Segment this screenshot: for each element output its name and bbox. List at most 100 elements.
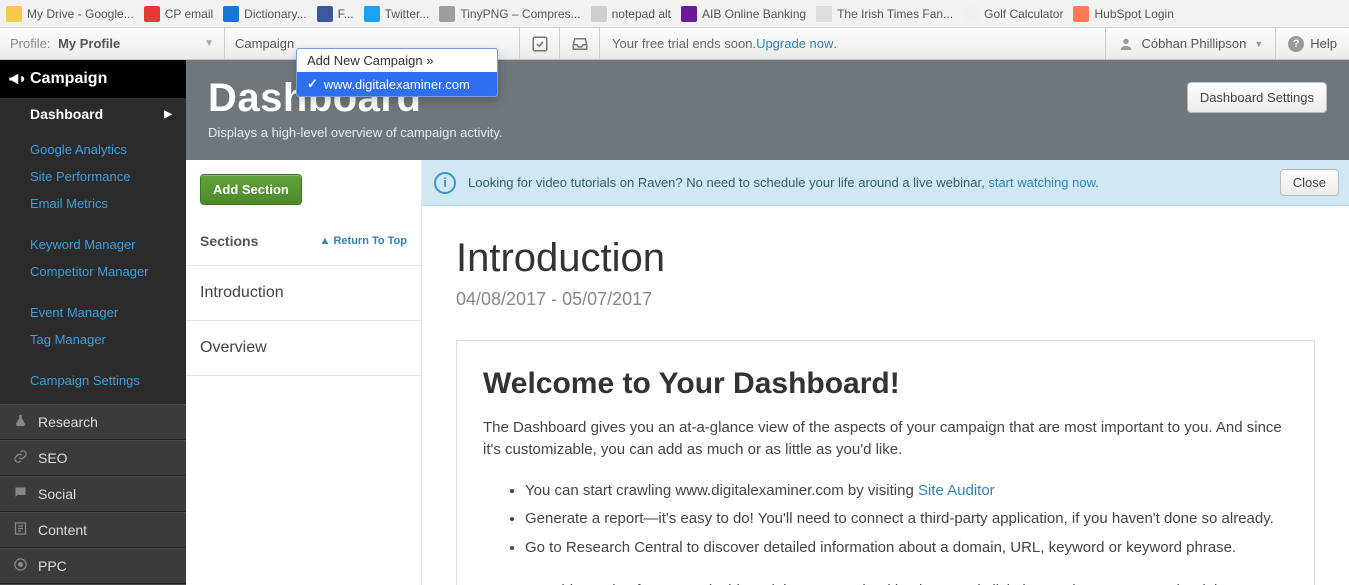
profile-selector[interactable]: Profile: My Profile ▼ <box>0 28 225 59</box>
bookmark-label: TinyPNG – Compres... <box>460 7 580 21</box>
toolbar-inbox-icon[interactable] <box>560 28 600 59</box>
card-title: Welcome to Your Dashboard! <box>483 367 1288 401</box>
chevron-down-icon: ▼ <box>1254 39 1263 49</box>
bookmark-favicon <box>6 6 22 22</box>
category-icon <box>12 449 28 467</box>
category-label: PPC <box>38 558 67 574</box>
bookmark-item[interactable]: Golf Calculator <box>963 6 1063 22</box>
sidebar-link[interactable]: Event Manager <box>0 299 186 326</box>
bookmark-label: F... <box>338 7 354 21</box>
bookmark-item[interactable]: The Irish Times Fan... <box>816 6 953 22</box>
help-button[interactable]: ? Help <box>1275 28 1349 59</box>
user-menu[interactable]: Cóbhan Phillipson ▼ <box>1105 28 1276 59</box>
bookmark-item[interactable]: Dictionary... <box>223 6 306 22</box>
article-dates: 04/08/2017 - 05/07/2017 <box>456 289 1315 310</box>
bookmark-item[interactable]: CP email <box>144 6 213 22</box>
category-label: Content <box>38 522 87 538</box>
profile-label: Profile: <box>10 36 50 51</box>
bookmark-favicon <box>223 6 239 22</box>
sidebar-link[interactable]: Tag Manager <box>0 326 186 353</box>
help-icon: ? <box>1288 36 1304 52</box>
sidebar-category[interactable]: PPC <box>0 548 186 584</box>
article: Introduction 04/08/2017 - 05/07/2017 Wel… <box>422 206 1349 585</box>
sidebar-link[interactable]: Email Metrics <box>0 190 186 217</box>
bookmark-label: Golf Calculator <box>984 7 1063 21</box>
app-toolbar: Profile: My Profile ▼ Campaign Your free… <box>0 28 1349 60</box>
sidebar-link[interactable]: Competitor Manager <box>0 258 186 285</box>
article-title: Introduction <box>456 236 1315 281</box>
campaign-dropdown-selected[interactable]: ✓ www.digitalexaminer.com <box>297 72 497 96</box>
bookmark-item[interactable]: AIB Online Banking <box>681 6 806 22</box>
bookmark-item[interactable]: HubSpot Login <box>1073 6 1173 22</box>
sidebar-category[interactable]: Research <box>0 404 186 440</box>
section-item[interactable]: Overview <box>186 321 421 376</box>
bookmark-item[interactable]: F... <box>317 6 354 22</box>
bookmark-favicon <box>317 6 333 22</box>
browser-bookmarks-bar: My Drive - Google... CP email Dictionary..… <box>0 0 1349 28</box>
bookmark-favicon <box>364 6 380 22</box>
bookmark-favicon <box>1073 6 1089 22</box>
category-icon <box>12 557 28 575</box>
return-to-top-link[interactable]: ▲ Return To Top <box>320 235 407 247</box>
info-icon: i <box>422 160 468 206</box>
add-section-button[interactable]: Add Section <box>200 174 302 205</box>
bookmark-item[interactable]: notepad alt <box>591 6 671 22</box>
bookmark-label: My Drive - Google... <box>27 7 134 21</box>
banner-close-button[interactable]: Close <box>1280 169 1339 196</box>
bookmark-item[interactable]: My Drive - Google... <box>6 6 134 22</box>
sidebar: Campaign Dashboard ▶ Google AnalyticsSit… <box>0 60 186 585</box>
toolbar-checkbox-icon[interactable] <box>520 28 560 59</box>
bookmark-label: The Irish Times Fan... <box>837 7 953 21</box>
bookmark-favicon <box>816 6 832 22</box>
content-area: Dashboard Displays a high-level overview… <box>186 60 1349 585</box>
dashboard-settings-button[interactable]: Dashboard Settings <box>1187 82 1327 113</box>
page-subtitle: Displays a high-level overview of campai… <box>208 125 503 140</box>
bookmark-item[interactable]: TinyPNG – Compres... <box>439 6 580 22</box>
card-list-item: Go to Research Central to discover detai… <box>525 534 1288 563</box>
sidebar-campaign-header[interactable]: Campaign <box>0 60 186 98</box>
bookmark-favicon <box>681 6 697 22</box>
bookmark-item[interactable]: Twitter... <box>364 6 430 22</box>
main-pane: i Looking for video tutorials on Raven? … <box>422 160 1349 585</box>
category-label: Social <box>38 486 76 502</box>
campaign-dropdown-add[interactable]: Add New Campaign » <box>297 49 497 72</box>
bookmark-label: CP email <box>165 7 213 21</box>
sidebar-dashboard[interactable]: Dashboard ▶ <box>0 98 186 132</box>
card-list-item: Generate a report—it's easy to do! You'l… <box>525 505 1288 534</box>
sidebar-link[interactable]: Campaign Settings <box>0 367 186 394</box>
megaphone-icon <box>7 70 25 93</box>
sidebar-category[interactable]: SEO <box>0 440 186 476</box>
site-auditor-link[interactable]: Site Auditor <box>918 482 995 499</box>
trial-message: Your free trial ends soon. Upgrade now . <box>600 28 1105 59</box>
chevron-right-icon: ▶ <box>164 109 172 120</box>
campaign-label: Campaign <box>235 36 294 51</box>
card-paragraph: The Dashboard gives you an at-a-glance v… <box>483 417 1288 461</box>
section-item[interactable]: Introduction <box>186 266 421 321</box>
bookmark-favicon <box>591 6 607 22</box>
start-watching-link[interactable]: start watching now <box>988 175 1095 190</box>
user-icon <box>1118 36 1134 52</box>
sections-column: Add Section Sections ▲ Return To Top Int… <box>186 160 422 585</box>
sidebar-category[interactable]: Social <box>0 476 186 512</box>
info-banner: i Looking for video tutorials on Raven? … <box>422 160 1349 206</box>
chevron-down-icon: ▼ <box>204 38 214 49</box>
category-label: Research <box>38 414 98 430</box>
sidebar-category[interactable]: Content <box>0 512 186 548</box>
category-icon <box>12 485 28 503</box>
bookmark-favicon <box>963 6 979 22</box>
bookmark-label: Dictionary... <box>244 7 306 21</box>
bookmark-favicon <box>144 6 160 22</box>
main-area: Campaign Dashboard ▶ Google AnalyticsSit… <box>0 60 1349 585</box>
sidebar-link[interactable]: Keyword Manager <box>0 231 186 258</box>
bookmark-favicon <box>439 6 455 22</box>
sidebar-link[interactable]: Site Performance <box>0 163 186 190</box>
sidebar-link[interactable]: Google Analytics <box>0 136 186 163</box>
category-label: SEO <box>38 450 68 466</box>
upgrade-link[interactable]: Upgrade now <box>756 36 833 51</box>
body-columns: Add Section Sections ▲ Return To Top Int… <box>186 160 1349 585</box>
bookmark-label: AIB Online Banking <box>702 7 806 21</box>
card-list-item: You can start crawling www.digitalexamin… <box>525 477 1288 506</box>
category-icon <box>12 521 28 539</box>
sections-title: Sections <box>200 233 258 249</box>
user-name: Cóbhan Phillipson <box>1142 36 1247 51</box>
